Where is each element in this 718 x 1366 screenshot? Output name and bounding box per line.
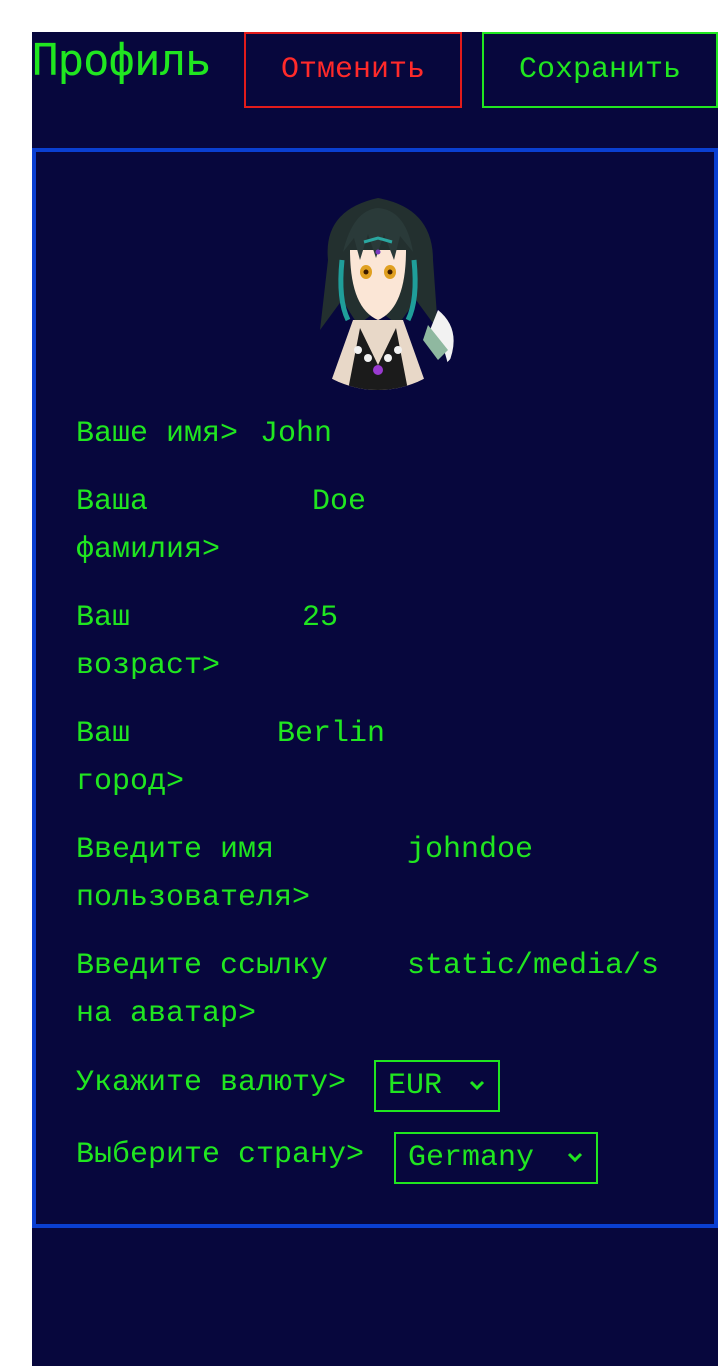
- username-field[interactable]: johndoe: [407, 826, 533, 874]
- currency-select[interactable]: EUR: [374, 1060, 500, 1112]
- age-field[interactable]: 25: [302, 594, 338, 642]
- avatar: [320, 198, 454, 390]
- last-name-label: Ваша фамилия>: [76, 485, 221, 567]
- username-row: Введите имя пользователя> johndoe: [76, 826, 696, 922]
- country-value: Germany: [408, 1141, 535, 1175]
- username-label: Введите имя пользователя>: [76, 833, 311, 915]
- last-name-row: Ваша фамилия> Doe: [76, 478, 676, 574]
- avatar-link-label: Введите ссылку на аватар>: [76, 949, 329, 1031]
- first-name-label: Ваше имя>: [76, 417, 239, 451]
- first-name-field[interactable]: John: [260, 410, 332, 458]
- currency-value: EUR: [388, 1069, 443, 1103]
- avatar-link-row: Введите ссылку на аватар> static/media/s: [76, 942, 706, 1038]
- page-title: Профиль: [32, 35, 211, 86]
- profile-card: Ваше имя> John Ваша фамилия> Doe Ваш воз…: [32, 148, 718, 1228]
- country-label: Выберите страну>: [76, 1138, 365, 1172]
- profile-page: Профиль Отменить Сохранить Ваше имя> Joh…: [32, 32, 718, 1366]
- city-field[interactable]: Berlin: [277, 710, 385, 758]
- avatar-link-field[interactable]: static/media/s: [407, 942, 659, 990]
- age-label: Ваш возраст>: [76, 601, 221, 683]
- first-name-row: Ваше имя> John: [76, 410, 676, 458]
- currency-label: Укажите валюту>: [76, 1066, 347, 1100]
- chevron-down-icon: [567, 1152, 583, 1163]
- city-row: Ваш город> Berlin: [76, 710, 676, 806]
- age-row: Ваш возраст> 25: [76, 594, 676, 690]
- last-name-field[interactable]: Doe: [312, 478, 366, 526]
- cancel-button[interactable]: Отменить: [244, 32, 462, 108]
- chevron-down-icon: [469, 1080, 485, 1091]
- save-button[interactable]: Сохранить: [482, 32, 718, 108]
- city-label: Ваш город>: [76, 717, 185, 799]
- country-select[interactable]: Germany: [394, 1132, 598, 1184]
